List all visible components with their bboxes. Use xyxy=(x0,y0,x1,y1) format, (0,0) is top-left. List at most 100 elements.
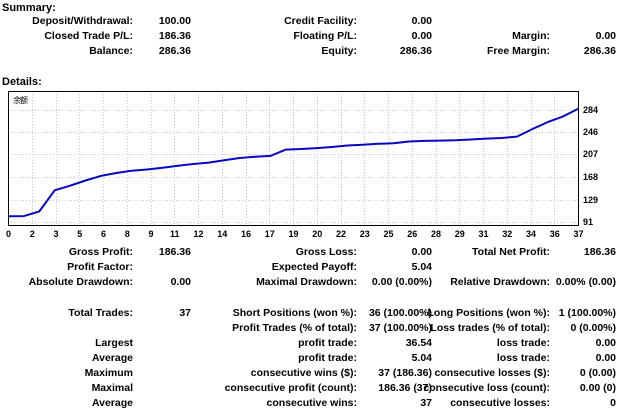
x-axis-label: 9 xyxy=(140,229,162,239)
average-loss-trade-label: loss trade: xyxy=(497,352,550,365)
gross-profit-value: 186.36 xyxy=(159,246,191,259)
summary-section-title: Summary: xyxy=(2,2,56,14)
summary-row: Balance: 286.36 Equity: 286.36 Free Marg… xyxy=(0,45,620,58)
total-net-profit-label: Total Net Profit: xyxy=(472,246,550,259)
expected-payoff-label: Expected Payoff: xyxy=(272,261,357,274)
gross-loss-value: 0.00 xyxy=(412,246,432,259)
x-axis-label: 16 xyxy=(235,229,257,239)
credit-facility-label: Credit Facility: xyxy=(284,15,357,28)
x-axis-label: 14 xyxy=(211,229,233,239)
loss-trades-label: Loss trades (% of total): xyxy=(430,322,550,335)
consecutive-loss-label: consecutive loss (count): xyxy=(423,382,550,395)
largest-label: Largest xyxy=(95,337,133,350)
x-axis-label: 37 xyxy=(568,229,590,239)
x-axis-label: 8 xyxy=(116,229,138,239)
stats-row: Profit Trades (% of total): 37 (100.00%)… xyxy=(0,322,620,335)
x-axis-label: 20 xyxy=(306,229,328,239)
consecutive-wins-value: 37 (186.36) xyxy=(378,367,432,380)
x-axis-label: 29 xyxy=(449,229,471,239)
expected-payoff-value: 5.04 xyxy=(412,261,432,274)
stats-row: Average consecutive wins: 37 consecutive… xyxy=(0,397,620,410)
maximal-drawdown-value: 0.00 (0.00%) xyxy=(372,276,432,289)
gross-loss-label: Gross Loss: xyxy=(296,246,357,259)
average-profit-trade-label: profit trade: xyxy=(298,352,357,365)
balance-chart-canvas xyxy=(8,91,579,226)
stats-row: Maximum consecutive wins ($): 37 (186.36… xyxy=(0,367,620,380)
stats-row: Average profit trade: 5.04 loss trade: 0… xyxy=(0,352,620,365)
x-axis-label: 22 xyxy=(330,229,352,239)
x-axis-label: 6 xyxy=(93,229,115,239)
free-margin-label: Free Margin: xyxy=(487,45,550,58)
avg-consecutive-losses-label: consecutive losses: xyxy=(450,397,550,410)
avg-consecutive-wins-value: 37 xyxy=(420,397,432,410)
avg-consecutive-losses-value: 0 xyxy=(610,397,616,410)
average-label: Average xyxy=(92,397,133,410)
summary-row: Closed Trade P/L: 186.36 Floating P/L: 0… xyxy=(0,30,620,43)
x-axis-label: 17 xyxy=(259,229,281,239)
floating-pl-value: 0.00 xyxy=(412,30,432,43)
equity-value: 286.36 xyxy=(400,45,432,58)
balance-value: 286.36 xyxy=(159,45,191,58)
y-axis-label: 284 xyxy=(583,105,598,115)
maximum-label: Maximum xyxy=(85,367,133,380)
maximal-drawdown-label: Maximal Drawdown: xyxy=(256,276,357,289)
consecutive-losses-label: consecutive losses ($): xyxy=(434,367,550,380)
credit-facility-value: 0.00 xyxy=(412,15,432,28)
x-axis-label: 28 xyxy=(425,229,447,239)
margin-value: 0.00 xyxy=(596,30,616,43)
deposit-withdrawal-label: Deposit/Withdrawal: xyxy=(32,15,133,28)
x-axis-label: 26 xyxy=(401,229,423,239)
x-axis-label: 19 xyxy=(283,229,305,239)
x-axis-label: 31 xyxy=(473,229,495,239)
total-trades-label: Total Trades: xyxy=(68,307,133,320)
chart-legend: 余额 xyxy=(13,95,27,106)
deposit-withdrawal-value: 100.00 xyxy=(159,15,191,28)
x-axis-label: 25 xyxy=(378,229,400,239)
gross-profit-label: Gross Profit: xyxy=(69,246,133,259)
x-axis-label: 32 xyxy=(496,229,518,239)
x-axis-label: 0 xyxy=(0,229,20,239)
free-margin-value: 286.36 xyxy=(584,45,616,58)
closed-trade-pl-value: 186.36 xyxy=(159,30,191,43)
mt4-statement-report: Summary: Deposit/Withdrawal: 100.00 Cred… xyxy=(0,0,620,412)
x-axis-label: 23 xyxy=(354,229,376,239)
floating-pl-label: Floating P/L: xyxy=(293,30,357,43)
profit-trades-label: Profit Trades (% of total): xyxy=(232,322,357,335)
largest-profit-trade-label: profit trade: xyxy=(298,337,357,350)
largest-loss-trade-label: loss trade: xyxy=(497,337,550,350)
loss-trades-value: 0 (0.00%) xyxy=(570,322,616,335)
stats-row: Total Trades: 37 Short Positions (won %)… xyxy=(0,307,620,320)
y-axis-label: 246 xyxy=(583,127,598,137)
x-axis-label: 11 xyxy=(164,229,186,239)
stats-row: Absolute Drawdown: 0.00 Maximal Drawdown… xyxy=(0,276,620,289)
average-profit-trade-value: 5.04 xyxy=(412,352,432,365)
largest-profit-trade-value: 36.54 xyxy=(406,337,432,350)
y-axis-label: 91 xyxy=(583,217,593,227)
x-axis-label: 36 xyxy=(544,229,566,239)
average-label: Average xyxy=(92,352,133,365)
profit-factor-label: Profit Factor: xyxy=(67,261,133,274)
total-net-profit-value: 186.36 xyxy=(584,246,616,259)
consecutive-losses-value: 0 (0.00) xyxy=(580,367,616,380)
maximal-label: Maximal xyxy=(92,382,133,395)
x-axis-label: 34 xyxy=(520,229,542,239)
long-positions-value: 1 (100.00%) xyxy=(559,307,616,320)
profit-trades-value: 37 (100.00%) xyxy=(369,322,432,335)
largest-loss-trade-value: 0.00 xyxy=(596,337,616,350)
y-axis-label: 129 xyxy=(583,195,598,205)
average-loss-trade-value: 0.00 xyxy=(596,352,616,365)
consecutive-loss-value: 0.00 (0) xyxy=(580,382,616,395)
stats-row: Profit Factor: Expected Payoff: 5.04 xyxy=(0,261,620,274)
x-axis-label: 3 xyxy=(45,229,67,239)
stats-row: Gross Profit: 186.36 Gross Loss: 0.00 To… xyxy=(0,246,620,259)
equity-label: Equity: xyxy=(321,45,357,58)
closed-trade-pl-label: Closed Trade P/L: xyxy=(44,30,133,43)
relative-drawdown-value: 0.00% (0.00) xyxy=(556,276,616,289)
avg-consecutive-wins-label: consecutive wins: xyxy=(267,397,357,410)
balance-chart xyxy=(8,91,579,226)
total-trades-value: 37 xyxy=(179,307,191,320)
absolute-drawdown-label: Absolute Drawdown: xyxy=(29,276,133,289)
y-axis-label: 207 xyxy=(583,149,598,159)
x-axis-label: 5 xyxy=(69,229,91,239)
balance-label: Balance: xyxy=(89,45,133,58)
